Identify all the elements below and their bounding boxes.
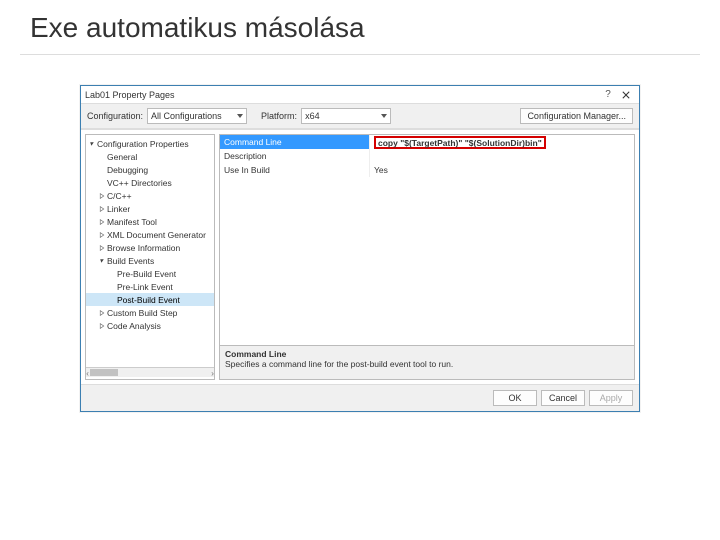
property-row[interactable]: Command Line copy "$(TargetPath)" "$(Solu… xyxy=(220,135,634,149)
expand-icon[interactable] xyxy=(98,192,105,199)
expand-icon[interactable] xyxy=(98,231,105,238)
tree-horizontal-scrollbar[interactable]: ‹ › xyxy=(86,367,214,377)
tree-item[interactable]: Debugging xyxy=(86,163,214,176)
tree-item-label: Configuration Properties xyxy=(97,139,189,149)
scrollbar-thumb[interactable] xyxy=(90,369,118,376)
tree-item[interactable]: Configuration Properties xyxy=(86,137,214,150)
tree-spacer xyxy=(98,179,105,186)
property-row[interactable]: Use In BuildYes xyxy=(220,163,634,177)
dialog-footer: OK Cancel Apply xyxy=(81,384,639,411)
help-icon[interactable]: ? xyxy=(599,87,617,103)
tree-spacer xyxy=(98,153,105,160)
navigation-tree[interactable]: Configuration Properties General Debugging… xyxy=(85,134,215,380)
tree-item-label: Debugging xyxy=(107,165,148,175)
tree-item-label: Build Events xyxy=(107,256,154,266)
tree-item[interactable]: Code Analysis xyxy=(86,319,214,332)
tree-item-label: Pre-Build Event xyxy=(117,269,176,279)
property-value[interactable]: copy "$(TargetPath)" "$(SolutionDir)bin" xyxy=(370,135,634,149)
tree-item-label: Pre-Link Event xyxy=(117,282,173,292)
property-main: Command Line copy "$(TargetPath)" "$(Solu… xyxy=(219,134,635,380)
description-pane: Command Line Specifies a command line fo… xyxy=(219,346,635,380)
configuration-label: Configuration: xyxy=(87,111,143,121)
close-icon[interactable] xyxy=(617,87,635,103)
tree-spacer xyxy=(108,283,115,290)
tree-item-label: Manifest Tool xyxy=(107,217,157,227)
tree-item[interactable]: Pre-Link Event xyxy=(86,280,214,293)
expand-icon[interactable] xyxy=(98,322,105,329)
tree-item[interactable]: Post-Build Event xyxy=(86,293,214,306)
ok-button[interactable]: OK xyxy=(493,390,537,406)
tree-item-label: VC++ Directories xyxy=(107,178,172,188)
expand-icon[interactable] xyxy=(98,309,105,316)
tree-item[interactable]: Linker xyxy=(86,202,214,215)
tree-spacer xyxy=(98,166,105,173)
slide-title: Exe automatikus másolása xyxy=(30,12,700,44)
dialog-toolbar: Configuration: All Configurations Platfo… xyxy=(81,104,639,129)
configuration-value: All Configurations xyxy=(151,111,222,121)
tree-item-label: Custom Build Step xyxy=(107,308,177,318)
dialog-titlebar: Lab01 Property Pages ? xyxy=(81,86,639,104)
highlighted-value: copy "$(TargetPath)" "$(SolutionDir)bin" xyxy=(374,136,546,149)
description-name: Command Line xyxy=(225,349,629,359)
tree-item[interactable]: General xyxy=(86,150,214,163)
expand-icon[interactable] xyxy=(98,244,105,251)
tree-item-label: C/C++ xyxy=(107,191,132,201)
property-row[interactable]: Description xyxy=(220,149,634,163)
tree-item[interactable]: VC++ Directories xyxy=(86,176,214,189)
apply-button[interactable]: Apply xyxy=(589,390,633,406)
description-text: Specifies a command line for the post-bu… xyxy=(225,359,629,369)
property-value[interactable]: Yes xyxy=(370,163,634,177)
tree-item-label: General xyxy=(107,152,137,162)
dialog-title: Lab01 Property Pages xyxy=(85,90,599,100)
tree-item[interactable]: C/C++ xyxy=(86,189,214,202)
tree-item[interactable]: XML Document Generator xyxy=(86,228,214,241)
platform-value: x64 xyxy=(305,111,320,121)
configuration-manager-button[interactable]: Configuration Manager... xyxy=(520,108,633,124)
property-name: Description xyxy=(220,149,370,163)
tree-item-label: Post-Build Event xyxy=(117,295,180,305)
tree-spacer xyxy=(108,270,115,277)
cancel-button[interactable]: Cancel xyxy=(541,390,585,406)
property-grid[interactable]: Command Line copy "$(TargetPath)" "$(Solu… xyxy=(219,134,635,346)
chevron-down-icon xyxy=(237,114,243,118)
tree-item-label: XML Document Generator xyxy=(107,230,206,240)
expand-icon[interactable] xyxy=(98,205,105,212)
tree-item[interactable]: Custom Build Step xyxy=(86,306,214,319)
property-value[interactable] xyxy=(370,149,634,163)
platform-dropdown[interactable]: x64 xyxy=(301,108,391,124)
property-name: Use In Build xyxy=(220,163,370,177)
collapse-icon[interactable] xyxy=(98,257,105,264)
tree-item-label: Code Analysis xyxy=(107,321,161,331)
tree-item-label: Browse Information xyxy=(107,243,180,253)
tree-item[interactable]: Manifest Tool xyxy=(86,215,214,228)
tree-item[interactable]: Browse Information xyxy=(86,241,214,254)
tree-item[interactable]: Build Events xyxy=(86,254,214,267)
title-divider xyxy=(20,54,700,55)
configuration-dropdown[interactable]: All Configurations xyxy=(147,108,247,124)
dialog-content: Configuration Properties General Debugging… xyxy=(81,129,639,384)
expand-icon[interactable] xyxy=(98,218,105,225)
tree-spacer xyxy=(108,296,115,303)
collapse-icon[interactable] xyxy=(88,140,95,147)
property-name: Command Line xyxy=(220,135,370,149)
platform-label: Platform: xyxy=(261,111,297,121)
property-pages-dialog: Lab01 Property Pages ? Configuration: Al… xyxy=(80,85,640,412)
tree-item-label: Linker xyxy=(107,204,130,214)
chevron-down-icon xyxy=(381,114,387,118)
tree-item[interactable]: Pre-Build Event xyxy=(86,267,214,280)
